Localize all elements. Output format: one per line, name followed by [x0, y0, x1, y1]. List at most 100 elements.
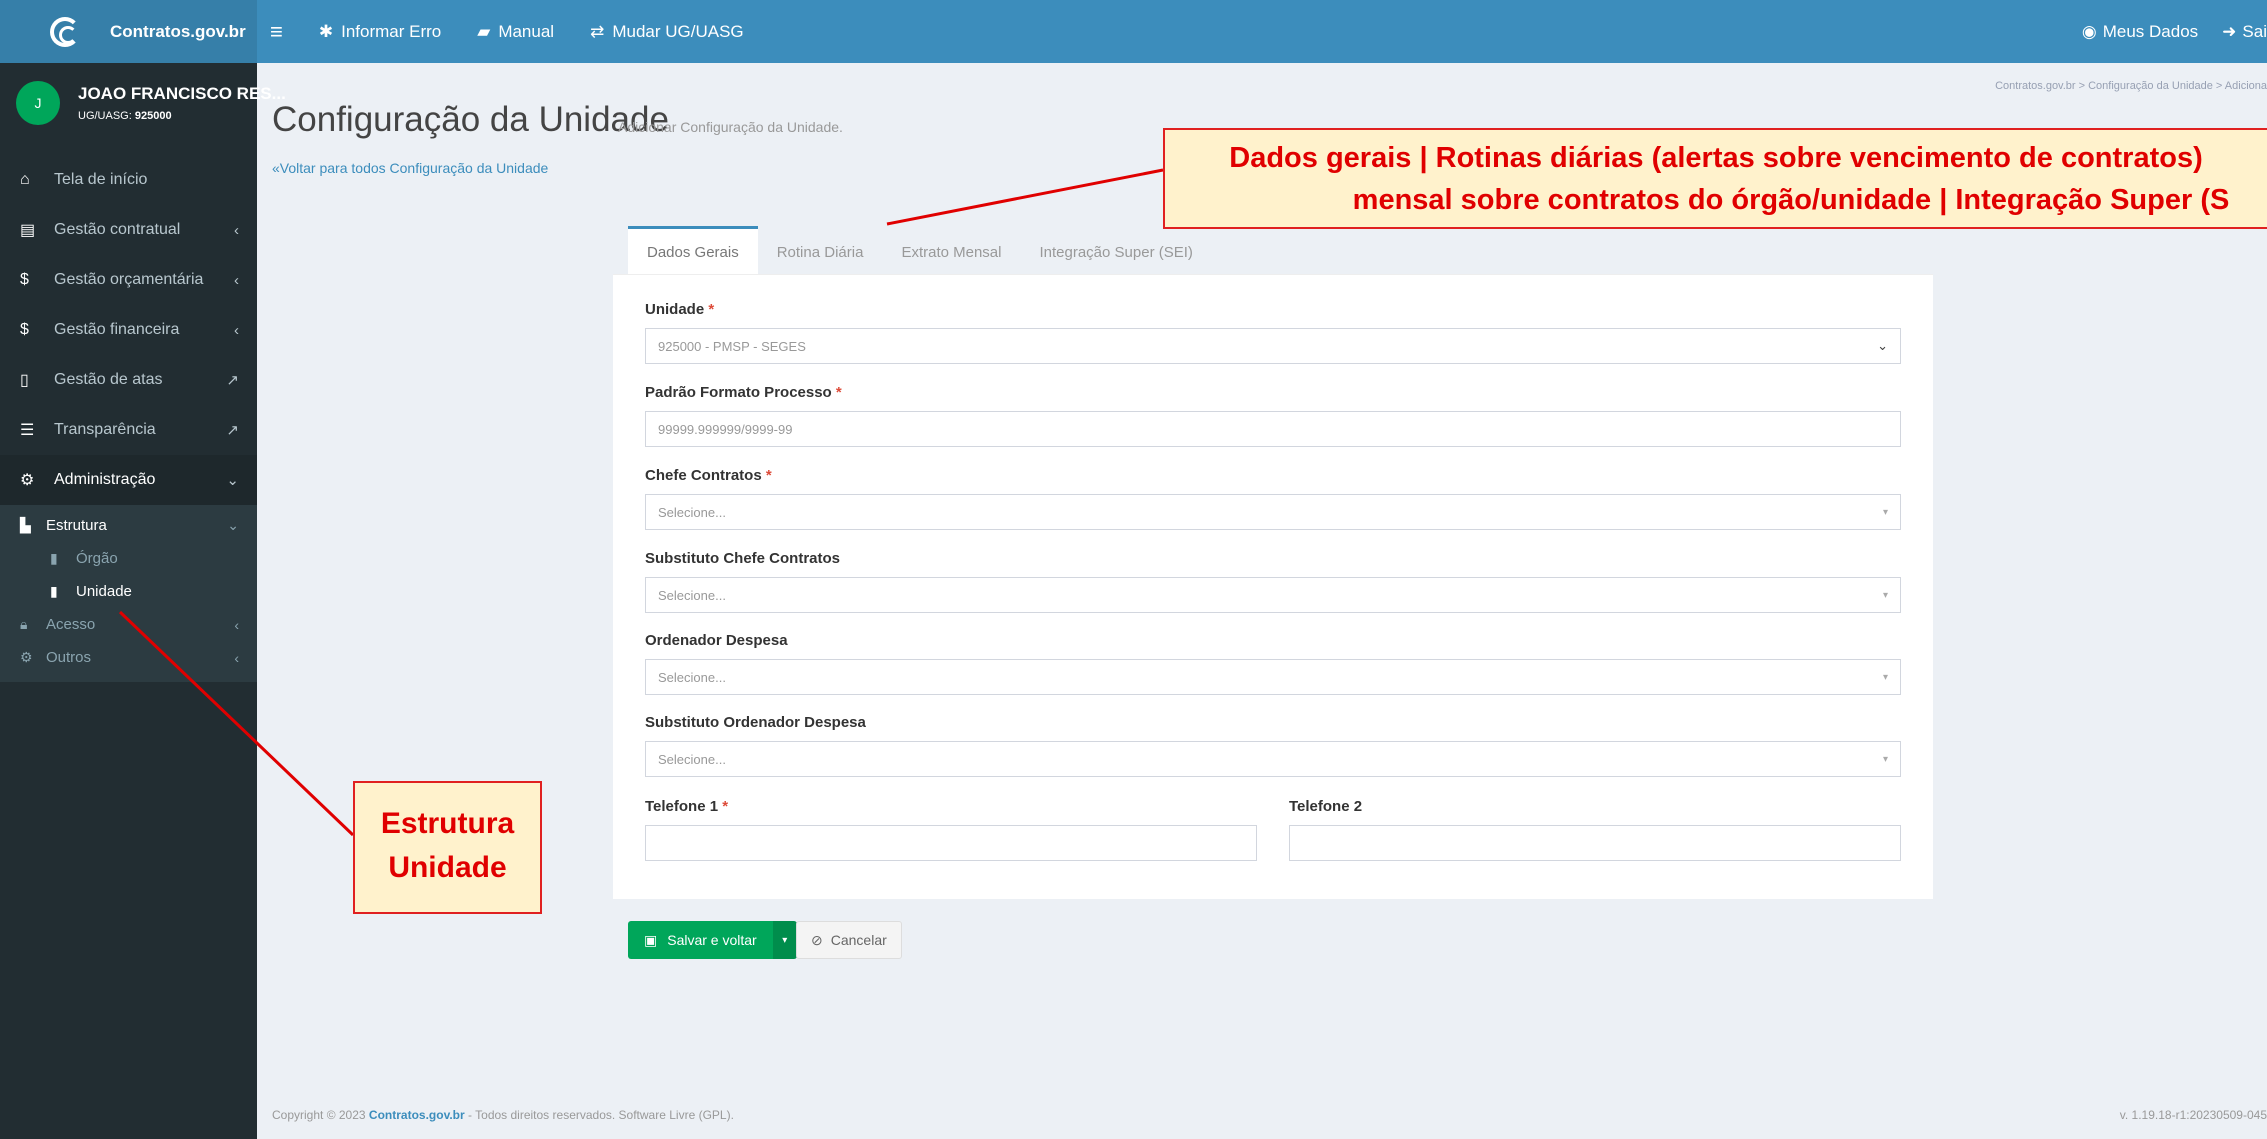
label-text: Substituto Ordenador Despesa [645, 714, 866, 731]
report-error-link[interactable]: ✱ Informar Erro [319, 22, 441, 42]
tab-super-integration[interactable]: Integração Super (SEI) [1020, 226, 1211, 274]
tel1-input[interactable] [645, 825, 1257, 861]
sidebar: J JOAO FRANCISCO RES... UG/UASG: 925000 … [0, 63, 286, 1139]
exchange-icon: ⇄ [590, 21, 605, 41]
my-data-link[interactable]: ◉ Meus Dados [2082, 22, 2198, 42]
my-data-label: Meus Dados [2102, 21, 2199, 41]
chevron-left-icon: ‹ [234, 616, 239, 633]
gears-icon: ⚙ [20, 472, 35, 489]
sidebar-item-label: Gestão de atas [54, 371, 163, 388]
required-mark: * [708, 301, 715, 318]
page-subtitle: Adicionar Configuração da Unidade. [618, 119, 843, 135]
sub-ordenador-value: Selecione... [658, 751, 726, 767]
sidebar-item-unit[interactable]: ▮ Unidade [0, 575, 257, 608]
sidebar-item-label: Gestão financeira [54, 321, 180, 338]
unidade-select[interactable]: 925000 - PMSP - SEGES ⌄ [645, 328, 1901, 364]
label-text: Chefe Contratos [645, 467, 762, 484]
ban-icon: ⊘ [811, 931, 823, 948]
padrao-label: Padrão Formato Processo * [645, 384, 842, 402]
label-text: Ordenador Despesa [645, 632, 788, 649]
menu-toggle-icon[interactable]: ≡ [270, 19, 283, 45]
ordenador-select[interactable]: Selecione... ▾ [645, 659, 1901, 695]
save-icon: ▣ [644, 931, 658, 948]
chefe-value: Selecione... [658, 504, 726, 520]
manual-label: Manual [498, 21, 555, 41]
label-text: Padrão Formato Processo [645, 384, 832, 401]
book-icon: ▰ [477, 21, 491, 41]
chefe-label: Chefe Contratos * [645, 467, 772, 485]
sidebar-item-administration[interactable]: ⚙ Administração ⌄ [0, 455, 257, 505]
annotation-structure-line2: Unidade [388, 851, 507, 884]
save-button-group: ▣ Salvar e voltar ▾ [628, 921, 797, 959]
administration-submenu: ▙ Estrutura ⌄ ▮ Órgão ▮ Unidade 🔒︎ Acesso ‹ ⚙ O… [0, 505, 257, 682]
sidebar-item-structure[interactable]: ▙ Estrutura ⌄ [0, 509, 257, 542]
tab-bar: Dados Gerais Rotina Diária Extrato Mensa… [628, 226, 1212, 274]
top-navbar: Contratos.gov.br ≡ ✱ Informar Erro ▰ Manua… [0, 0, 2267, 63]
breadcrumb[interactable]: Contratos.gov.br > Configuração da Unida… [1995, 80, 2267, 92]
sub-ordenador-label: Substituto Ordenador Despesa [645, 714, 866, 732]
back-link-label: Voltar para todos Configuração da Unidad… [279, 160, 549, 176]
footer: Copyright © 2023 Contratos.gov.br - Todo… [272, 1108, 734, 1122]
annotation-structure-line1: Estrutura [380, 807, 515, 840]
label-text: Telefone 1 [645, 798, 719, 815]
report-error-label: Informar Erro [341, 21, 442, 41]
cancel-label: Cancelar [830, 932, 887, 948]
cancel-button[interactable]: ⊘ Cancelar [796, 921, 902, 959]
external-link-icon: ↗ [226, 422, 239, 439]
tab-daily-routine[interactable]: Rotina Diária [758, 226, 883, 274]
back-link[interactable]: «Voltar para todos Configuração da Unida… [272, 160, 548, 176]
chevron-left-icon: ‹ [234, 649, 239, 666]
ordenador-value: Selecione... [658, 669, 726, 685]
tel1-label: Telefone 1 * [645, 798, 728, 816]
tab-general-data[interactable]: Dados Gerais [628, 226, 758, 274]
sidebar-item-transparency[interactable]: ☰ Transparência ↗ [0, 405, 257, 455]
chevron-left-icon: ‹ [234, 321, 239, 339]
sidebar-item-contract-management[interactable]: ▤ Gestão contratual ‹ [0, 205, 257, 255]
sidebar-item-label: Unidade [76, 583, 132, 600]
caret-down-icon: ▾ [1882, 753, 1888, 765]
save-button[interactable]: ▣ Salvar e voltar [628, 921, 773, 959]
page-title: Configuração da Unidade [272, 100, 669, 139]
unidade-value: 925000 - PMSP - SEGES [658, 338, 806, 354]
label-text: Telefone 2 [1289, 798, 1363, 815]
avatar: J [16, 81, 60, 125]
footer-brand-link[interactable]: Contratos.gov.br [369, 1108, 465, 1122]
sidebar-item-home[interactable]: ⌂ Tela de início [0, 155, 257, 205]
contratos-logo-icon [50, 16, 80, 47]
caret-down-icon: ▾ [1882, 589, 1888, 601]
sidebar-item-label: Transparência [54, 421, 156, 438]
change-ug-link[interactable]: ⇄ Mudar UG/UASG [590, 22, 744, 42]
document-icon: ▤ [20, 222, 36, 239]
sidebar-item-budget-management[interactable]: $ Gestão orçamentária ‹ [0, 255, 257, 305]
sidebar-item-access[interactable]: 🔒︎ Acesso ‹ [0, 608, 257, 641]
annotation-callout-tabs: Dados gerais | Rotinas diárias (alertas … [1163, 128, 2267, 229]
home-icon: ⌂ [20, 171, 30, 188]
change-ug-label: Mudar UG/UASG [612, 21, 744, 41]
file-icon: ▯ [20, 372, 29, 389]
sub-chefe-select[interactable]: Selecione... ▾ [645, 577, 1901, 613]
sidebar-item-others[interactable]: ⚙ Outros ‹ [0, 641, 257, 674]
sub-ordenador-select[interactable]: Selecione... ▾ [645, 741, 1901, 777]
brand[interactable]: Contratos.gov.br [0, 0, 257, 63]
manual-link[interactable]: ▰ Manual [477, 22, 554, 42]
sidebar-item-financial-management[interactable]: $ Gestão financeira ‹ [0, 305, 257, 355]
sidebar-item-label: Gestão orçamentária [54, 271, 204, 288]
caret-down-icon: ▾ [782, 934, 788, 946]
sidebar-item-organ[interactable]: ▮ Órgão [0, 542, 257, 575]
logout-link[interactable]: ➜ Sai [2222, 22, 2267, 42]
user-name: JOAO FRANCISCO RES... [78, 84, 286, 103]
unidade-label: Unidade * [645, 301, 714, 319]
footer-rights: - Todos direitos reservados. Software Li… [468, 1108, 734, 1122]
padrao-input[interactable]: 99999.999999/9999-99 [645, 411, 1901, 447]
sidebar-item-label: Gestão contratual [54, 221, 181, 238]
tel2-input[interactable] [1289, 825, 1901, 861]
save-options-dropdown[interactable]: ▾ [772, 921, 797, 959]
sub-chefe-label: Substituto Chefe Contratos [645, 550, 840, 568]
ug-label: UG/UASG: [78, 110, 132, 122]
padrao-placeholder: 99999.999999/9999-99 [658, 421, 793, 437]
tab-monthly-statement[interactable]: Extrato Mensal [882, 226, 1020, 274]
building-icon: ▮ [50, 550, 58, 566]
chefe-select[interactable]: Selecione... ▾ [645, 494, 1901, 530]
caret-down-icon: ▾ [1882, 506, 1888, 518]
sidebar-item-minutes-management[interactable]: ▯ Gestão de atas ↗ [0, 355, 257, 405]
